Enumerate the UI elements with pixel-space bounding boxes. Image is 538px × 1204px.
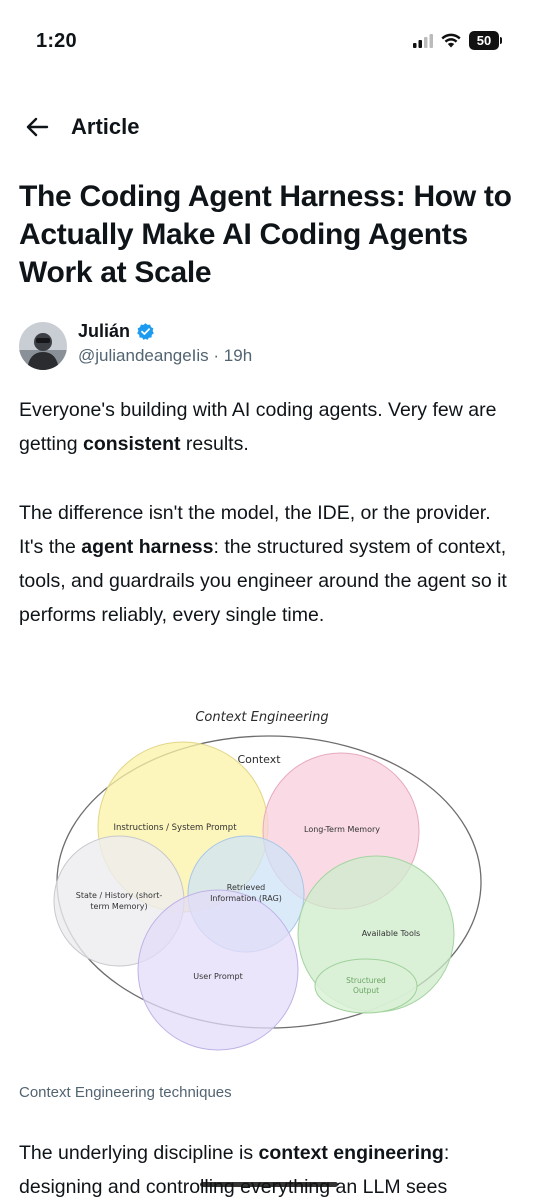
svg-text:Output: Output bbox=[353, 986, 379, 995]
status-time: 1:20 bbox=[36, 30, 77, 52]
svg-text:State / History (short-: State / History (short- bbox=[76, 891, 163, 900]
nav-bar: Article bbox=[0, 108, 538, 148]
avatar[interactable] bbox=[19, 322, 67, 370]
diagram-caption: Context Engineering techniques bbox=[19, 1084, 232, 1101]
label-instructions: Instructions / System Prompt bbox=[113, 823, 237, 833]
post-time: · 19h bbox=[213, 346, 253, 365]
author-name[interactable]: Julián bbox=[78, 321, 130, 342]
svg-text:term Memory): term Memory) bbox=[90, 902, 147, 911]
svg-text:Information (RAG): Information (RAG) bbox=[210, 894, 282, 903]
diagram-title: Context Engineering bbox=[195, 710, 328, 725]
paragraph-context-engineering: The underlying discipline is context eng… bbox=[19, 1142, 450, 1198]
label-user-prompt: User Prompt bbox=[193, 972, 242, 981]
nav-title: Article bbox=[71, 114, 140, 139]
cellular-signal-icon bbox=[413, 33, 433, 48]
wifi-icon bbox=[441, 33, 461, 48]
circle-user-prompt bbox=[137, 889, 299, 1051]
back-arrow-icon bbox=[26, 117, 49, 137]
battery-level: 50 bbox=[469, 31, 499, 50]
paragraph-agent-harness: The difference isn't the model, the IDE,… bbox=[19, 502, 507, 626]
author-row: Julián @juliandeangeIis · 19h bbox=[19, 320, 519, 372]
svg-text:Retrieved: Retrieved bbox=[227, 883, 265, 892]
svg-text:Structured: Structured bbox=[346, 976, 386, 985]
label-long-term-memory: Long-Term Memory bbox=[304, 825, 380, 834]
outer-context-label: Context bbox=[237, 753, 281, 766]
battery-icon: 50 bbox=[469, 31, 502, 50]
status-icons: 50 bbox=[413, 31, 502, 50]
context-engineering-diagram[interactable]: Context Engineering Context Instructions… bbox=[19, 696, 519, 1070]
paragraph-intro: Everyone's building with AI coding agent… bbox=[19, 399, 497, 455]
author-meta: @juliandeangeIis · 19h bbox=[78, 346, 252, 366]
article-title: The Coding Agent Harness: How to Actuall… bbox=[19, 180, 512, 289]
back-button[interactable] bbox=[22, 112, 52, 142]
home-indicator[interactable] bbox=[200, 1182, 338, 1187]
author-handle[interactable]: @juliandeangeIis bbox=[78, 346, 209, 365]
status-bar: 1:20 50 bbox=[0, 0, 538, 88]
verified-badge-icon bbox=[137, 323, 154, 340]
author-name-row: Julián bbox=[78, 321, 155, 342]
label-available-tools: Available Tools bbox=[362, 929, 420, 938]
